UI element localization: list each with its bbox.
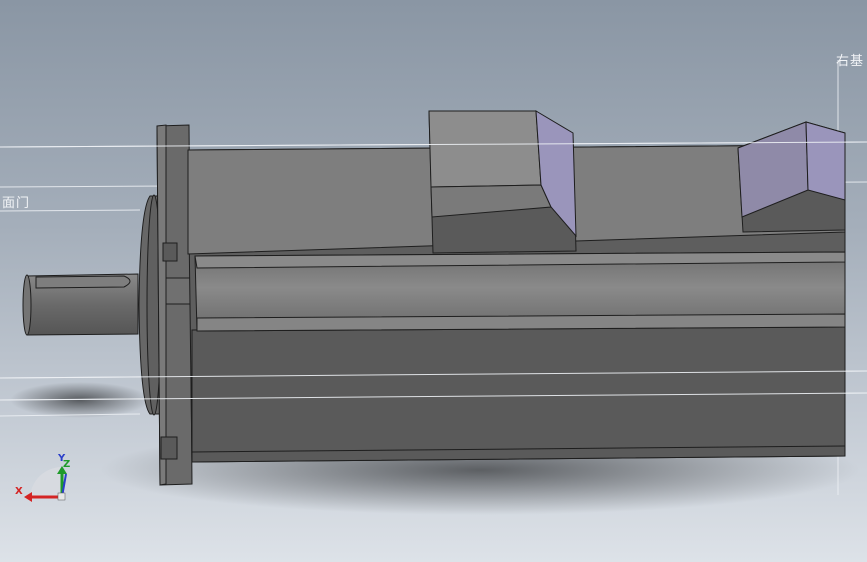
axis-z-label: Z (63, 459, 71, 470)
axis-x-label: X (15, 486, 23, 497)
motor-shaft[interactable] (22, 273, 139, 336)
graphics-viewport[interactable]: 右基 面门 X Y Z (0, 0, 867, 562)
connector-box-2[interactable] (737, 121, 846, 233)
body-channel-groove (194, 251, 846, 332)
coordinate-triad[interactable] (24, 466, 67, 502)
connector-box-1[interactable] (428, 110, 577, 254)
cad-scene[interactable] (0, 0, 867, 562)
